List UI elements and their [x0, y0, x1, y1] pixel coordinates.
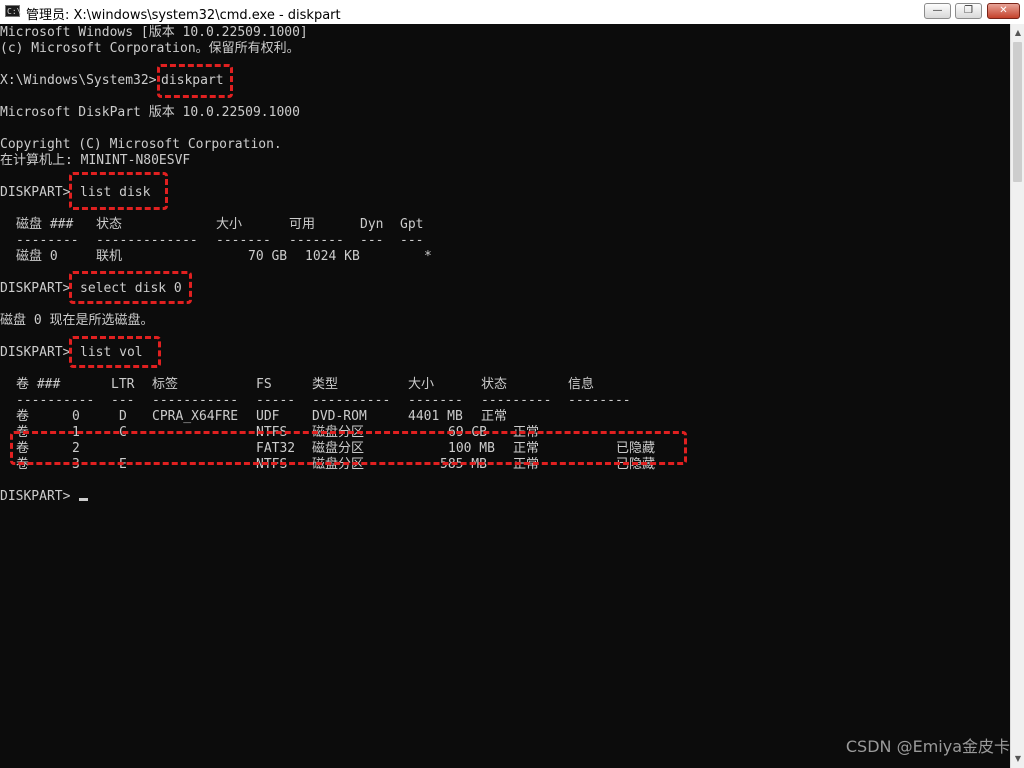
- disk-header-dyn: Dyn: [360, 217, 384, 232]
- maximize-button[interactable]: ❐: [955, 3, 982, 19]
- disk-row-size: 70 GB: [248, 249, 288, 264]
- disk-header-status: 状态: [96, 217, 123, 232]
- cmd-app-icon: C:\: [5, 5, 22, 17]
- disk-header-free: 可用: [289, 217, 316, 232]
- vol-sep: ---: [111, 393, 135, 408]
- disk-sep: -------: [289, 233, 344, 248]
- vol-header-size: 大小: [408, 377, 435, 392]
- vol-header-type: 类型: [312, 377, 339, 392]
- copyright-line: Copyright (C) Microsoft Corporation.: [0, 137, 282, 152]
- computer-name-line: 在计算机上: MININT-N80ESVF: [0, 153, 191, 168]
- vol-sep: -------: [408, 393, 463, 408]
- vol-row-0-vol: 卷: [16, 409, 30, 424]
- vol-header-vol: 卷 ###: [16, 377, 61, 392]
- vol-row-0-size: 4401 MB: [408, 409, 463, 424]
- highlight-list-vol: [69, 336, 161, 368]
- disk-sep: -------: [216, 233, 271, 248]
- close-button[interactable]: ✕: [987, 3, 1020, 19]
- disk-sep: --------: [16, 233, 79, 248]
- banner-line-2: (c) Microsoft Corporation。保留所有权利。: [0, 41, 300, 56]
- diskpart-prompt: DISKPART>: [0, 281, 71, 296]
- diskpart-prompt: DISKPART>: [0, 185, 71, 200]
- diskpart-prompt: DISKPART>: [0, 345, 71, 360]
- select-result: 磁盘 0 现在是所选磁盘。: [0, 313, 154, 328]
- scroll-thumb[interactable]: [1013, 42, 1022, 182]
- window-title: 管理员: X:\windows\system32\cmd.exe - diskp…: [26, 8, 341, 23]
- disk-header-gpt: Gpt: [400, 217, 424, 232]
- disk-row-gpt: *: [424, 249, 432, 264]
- vol-row-0-type: DVD-ROM: [312, 409, 367, 424]
- minimize-button[interactable]: —: [924, 3, 951, 19]
- title-bar[interactable]: C:\ 管理员: X:\windows\system32\cmd.exe - d…: [0, 0, 1024, 25]
- vol-sep: --------: [568, 393, 631, 408]
- disk-sep: ---: [400, 233, 424, 248]
- disk-row-free: 1024 KB: [305, 249, 360, 264]
- restore-icon: ❐: [964, 5, 973, 16]
- highlight-select-disk: [69, 271, 192, 304]
- vol-sep: -----: [256, 393, 296, 408]
- text-cursor: [79, 498, 88, 501]
- disk-sep: ---: [360, 233, 384, 248]
- vol-header-info: 信息: [568, 377, 595, 392]
- vol-sep: ----------: [16, 393, 95, 408]
- vol-sep: ---------: [481, 393, 552, 408]
- disk-row-status: 联机: [96, 249, 123, 264]
- highlight-diskpart: [157, 64, 233, 98]
- vol-row-0-fs: UDF: [256, 409, 280, 424]
- vol-header-fs: FS: [256, 377, 272, 392]
- disk-row-disk: 磁盘 0: [16, 249, 58, 264]
- disk-header-disk: 磁盘 ###: [16, 217, 74, 232]
- disk-sep: -------------: [96, 233, 198, 248]
- vol-header-label: 标签: [152, 377, 179, 392]
- disk-header-size: 大小: [216, 217, 243, 232]
- vol-row-0-label: CPRA_X64FRE: [152, 409, 239, 424]
- vol-header-ltr: LTR: [111, 377, 135, 392]
- diskpart-prompt: DISKPART>: [0, 489, 71, 504]
- watermark: CSDN @Emiya金皮卡: [845, 737, 1010, 756]
- highlight-list-disk: [69, 172, 168, 210]
- vol-row-0-status: 正常: [481, 409, 508, 424]
- minimize-icon: —: [932, 5, 943, 16]
- banner-line-1: Microsoft Windows [版本 10.0.22509.1000]: [0, 25, 308, 40]
- close-icon: ✕: [999, 5, 1008, 16]
- diskpart-version: Microsoft DiskPart 版本 10.0.22509.1000: [0, 105, 300, 120]
- system-prompt: X:\Windows\System32>: [0, 73, 157, 88]
- vol-header-status: 状态: [481, 377, 508, 392]
- vol-sep: -----------: [152, 393, 239, 408]
- scroll-down-icon[interactable]: ▼: [1012, 752, 1024, 766]
- vol-row-0-ltr: D: [119, 409, 127, 424]
- vol-row-0-num: 0: [72, 409, 80, 424]
- vertical-scrollbar[interactable]: ▲ ▼: [1010, 24, 1024, 768]
- scroll-up-icon[interactable]: ▲: [1012, 26, 1024, 40]
- vol-sep: ----------: [312, 393, 391, 408]
- highlight-hidden-volumes: [10, 431, 687, 465]
